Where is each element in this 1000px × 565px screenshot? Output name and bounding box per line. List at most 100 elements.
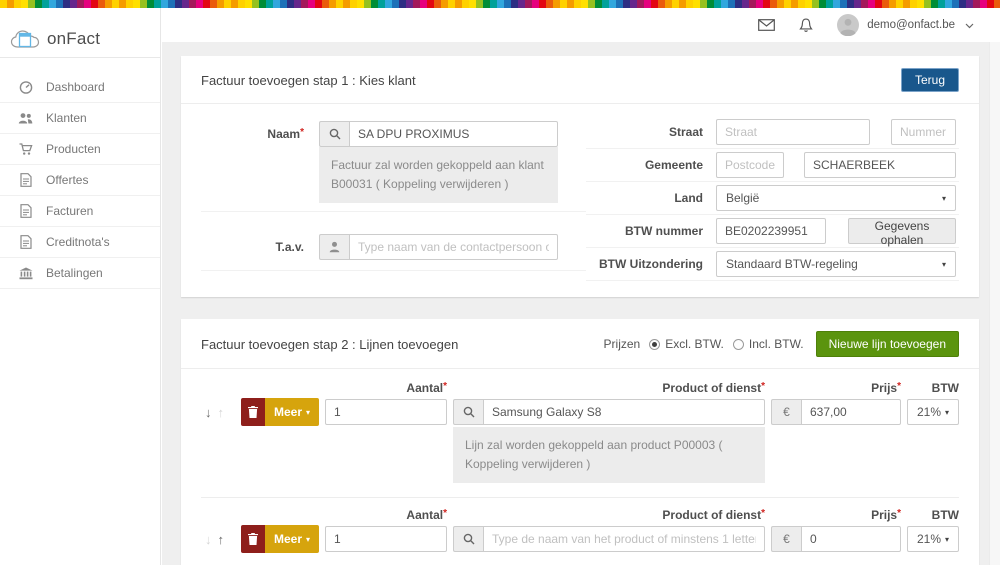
search-icon — [453, 526, 483, 552]
line-labels: Aantal* Product of dienst* Prijs* BTW — [201, 381, 959, 398]
user-menu[interactable]: demo@onfact.be — [837, 14, 974, 36]
btw-select[interactable]: 21% ▾ — [907, 526, 959, 552]
document-icon — [18, 204, 33, 218]
notifications-bell-icon[interactable] — [799, 18, 813, 33]
prijs-col-label: Prijs* — [771, 508, 901, 525]
step1-right-column: Straat Gemeente Land — [586, 116, 959, 281]
caret-down-icon: ▾ — [945, 535, 949, 544]
search-icon — [453, 399, 483, 425]
btw-col-label: BTW — [907, 381, 959, 398]
klant-naam-input[interactable] — [349, 121, 558, 147]
koppeling-verwijderen-link[interactable]: Koppeling verwijderen — [383, 177, 501, 191]
excl-btw-radio[interactable] — [649, 339, 660, 350]
btw-uitzondering-label: BTW Uitzondering — [586, 257, 716, 271]
naam-row: Naam* Factuur zal worden gekoppeld aan k… — [201, 116, 586, 212]
back-button[interactable]: Terug — [901, 68, 959, 92]
line-controls: ↓ ↑ Meer▾ — [201, 398, 959, 426]
gemeente-input[interactable] — [804, 152, 956, 178]
postcode-input[interactable] — [716, 152, 784, 178]
sidebar-item-dashboard[interactable]: Dashboard — [0, 72, 160, 103]
gegevens-ophalen-button[interactable]: Gegevens ophalen — [848, 218, 956, 244]
prijs-input[interactable] — [801, 526, 901, 552]
logo[interactable]: onFact — [0, 8, 160, 58]
move-line-down-icon[interactable]: ↓ — [205, 405, 212, 420]
step1-title: Factuur toevoegen stap 1 : Kies klant — [201, 73, 416, 88]
btw-col-label: BTW — [907, 508, 959, 525]
invoice-line: Aantal* Product of dienst* Prijs* BTW ↓ … — [201, 381, 959, 483]
sidebar-item-klanten[interactable]: Klanten — [0, 103, 160, 134]
btw-select[interactable]: 21% ▾ — [907, 399, 959, 425]
step2-panel: Factuur toevoegen stap 2 : Lijnen toevoe… — [181, 319, 979, 565]
step2-title: Factuur toevoegen stap 2 : Lijnen toevoe… — [201, 337, 458, 352]
delete-line-button[interactable] — [241, 398, 265, 426]
klant-koppeling-info: Factuur zal worden gekoppeld aan klant B… — [319, 147, 558, 203]
aantal-input[interactable] — [325, 399, 447, 425]
sidebar-item-label: Creditnota's — [46, 235, 110, 249]
scrollbar-track[interactable] — [989, 42, 1000, 565]
sidebar-item-creditnotas[interactable]: Creditnota's — [0, 227, 160, 258]
step2-lines: Aantal* Product of dienst* Prijs* BTW ↓ … — [181, 369, 979, 565]
land-label: Land — [586, 191, 716, 205]
step1-form: Naam* Factuur zal worden gekoppeld aan k… — [181, 104, 979, 297]
product-search-input[interactable] — [483, 399, 765, 425]
btw-uitzondering-select[interactable]: Standaard BTW-regeling ▾ — [716, 251, 956, 277]
app-window: demo@onfact.be onFact — [0, 8, 1000, 565]
nummer-input[interactable] — [891, 119, 956, 145]
excl-btw-label: Excl. BTW. — [665, 337, 724, 351]
koppeling-verwijderen-link[interactable]: Koppeling verwijderen — [465, 457, 583, 471]
users-icon — [18, 112, 33, 125]
sidebar-item-betalingen[interactable]: Betalingen — [0, 258, 160, 289]
delete-line-button[interactable] — [241, 525, 265, 553]
move-line-down-icon[interactable]: ↓ — [205, 532, 212, 547]
aantal-col-label: Aantal* — [325, 508, 447, 525]
topbar-actions: demo@onfact.be — [758, 8, 974, 42]
btw-nummer-input[interactable] — [716, 218, 826, 244]
sidebar-item-producten[interactable]: Producten — [0, 134, 160, 165]
invoice-line: Aantal* Product of dienst* Prijs* BTW ↓ … — [201, 508, 959, 553]
product-koppeling-info: Lijn zal worden gekoppeld aan product P0… — [453, 427, 765, 483]
incl-btw-radio[interactable] — [733, 339, 744, 350]
euro-prefix: € — [771, 399, 801, 425]
sidebar-item-label: Facturen — [46, 204, 93, 218]
btw-uitzondering-row: BTW Uitzondering Standaard BTW-regeling … — [586, 248, 959, 281]
naam-label: Naam* — [201, 121, 319, 141]
tav-row: T.a.v. — [201, 224, 586, 271]
sidebar-item-offertes[interactable]: Offertes — [0, 165, 160, 196]
land-row: Land België ▾ — [586, 182, 959, 215]
messages-icon[interactable] — [758, 19, 775, 31]
move-line-up-icon[interactable]: ↑ — [218, 532, 225, 547]
gemeente-label: Gemeente — [586, 158, 716, 172]
rainbow-topbar — [0, 0, 1000, 8]
incl-btw-label: Incl. BTW. — [749, 337, 804, 351]
nieuwe-lijn-button[interactable]: Nieuwe lijn toevoegen — [816, 331, 959, 357]
prijs-input[interactable] — [801, 399, 901, 425]
product-search-input[interactable] — [483, 526, 765, 552]
land-select[interactable]: België ▾ — [716, 185, 956, 211]
btw-nummer-label: BTW nummer — [586, 224, 716, 238]
sidebar-item-label: Producten — [46, 142, 101, 156]
product-col-label: Product of dienst* — [453, 508, 765, 525]
aantal-input[interactable] — [325, 526, 447, 552]
gemeente-row: Gemeente — [586, 149, 959, 182]
user-email: demo@onfact.be — [867, 19, 955, 31]
caret-down-icon: ▾ — [306, 535, 310, 544]
move-line-up-icon[interactable]: ↑ — [218, 405, 225, 420]
contactpersoon-input[interactable] — [349, 234, 558, 260]
search-icon — [319, 121, 349, 147]
sidebar-nav: Dashboard Klanten Producten Offertes — [0, 58, 160, 289]
step1-panel: Factuur toevoegen stap 1 : Kies klant Te… — [181, 56, 979, 297]
content-area: Factuur toevoegen stap 1 : Kies klant Te… — [162, 42, 1000, 565]
straat-input[interactable] — [716, 119, 870, 145]
required-mark: * — [300, 127, 304, 138]
caret-down-icon: ▾ — [942, 194, 946, 203]
sidebar-item-facturen[interactable]: Facturen — [0, 196, 160, 227]
meer-dropdown-button[interactable]: Meer▾ — [265, 525, 319, 553]
tav-label: T.a.v. — [201, 240, 319, 254]
prijzen-label: Prijzen — [604, 337, 641, 351]
line-labels: Aantal* Product of dienst* Prijs* BTW — [201, 508, 959, 525]
meer-dropdown-button[interactable]: Meer▾ — [265, 398, 319, 426]
step2-header: Factuur toevoegen stap 2 : Lijnen toevoe… — [181, 319, 979, 369]
document-icon — [18, 235, 33, 249]
prijs-col-label: Prijs* — [771, 381, 901, 398]
caret-down-icon: ▾ — [945, 408, 949, 417]
